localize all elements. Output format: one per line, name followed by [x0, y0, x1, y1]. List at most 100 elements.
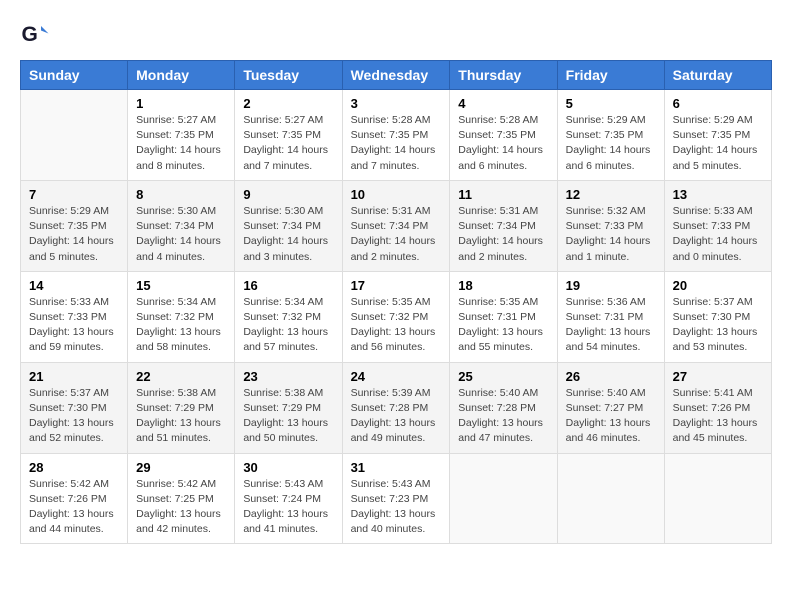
calendar-week-row: 14Sunrise: 5:33 AM Sunset: 7:33 PM Dayli…	[21, 271, 772, 362]
day-number: 18	[458, 278, 548, 293]
day-number: 9	[243, 187, 333, 202]
calendar-header-row: SundayMondayTuesdayWednesdayThursdayFrid…	[21, 61, 772, 90]
weekday-header: Saturday	[664, 61, 771, 90]
logo: G	[20, 20, 54, 50]
calendar-cell	[557, 453, 664, 544]
day-info: Sunrise: 5:28 AM Sunset: 7:35 PM Dayligh…	[351, 113, 442, 174]
day-number: 22	[136, 369, 226, 384]
day-info: Sunrise: 5:34 AM Sunset: 7:32 PM Dayligh…	[136, 295, 226, 356]
calendar-cell: 24 Sunrise: 5:39 AM Sunset: 7:28 PM Dayli…	[342, 362, 450, 453]
calendar-cell: 1 Sunrise: 5:27 AM Sunset: 7:35 PM Daylig…	[128, 90, 235, 181]
day-info: Sunrise: 5:27 AM Sunset: 7:35 PM Dayligh…	[136, 113, 226, 174]
day-info: Sunrise: 5:34 AM Sunset: 7:32 PM Dayligh…	[243, 295, 333, 356]
calendar-cell: 19 Sunrise: 5:36 AM Sunset: 7:31 PM Dayli…	[557, 271, 664, 362]
day-number: 21	[29, 369, 119, 384]
day-number: 12	[566, 187, 656, 202]
weekday-header: Friday	[557, 61, 664, 90]
weekday-header: Tuesday	[235, 61, 342, 90]
calendar-cell: 3Sunrise: 5:28 AM Sunset: 7:35 PM Daylig…	[342, 90, 450, 181]
calendar-cell	[664, 453, 771, 544]
calendar-cell: 8 Sunrise: 5:30 AM Sunset: 7:34 PM Daylig…	[128, 180, 235, 271]
day-info: Sunrise: 5:27 AM Sunset: 7:35 PM Dayligh…	[243, 113, 333, 174]
day-info: Sunrise: 5:29 AM Sunset: 7:35 PM Dayligh…	[566, 113, 656, 174]
day-number: 26	[566, 369, 656, 384]
calendar-cell: 27Sunrise: 5:41 AM Sunset: 7:26 PM Dayli…	[664, 362, 771, 453]
day-number: 1	[136, 96, 226, 111]
calendar-cell: 29 Sunrise: 5:42 AM Sunset: 7:25 PM Dayli…	[128, 453, 235, 544]
day-info: Sunrise: 5:42 AM Sunset: 7:25 PM Dayligh…	[136, 477, 226, 538]
day-number: 30	[243, 460, 333, 475]
page-header: G	[20, 20, 772, 50]
day-number: 7	[29, 187, 119, 202]
calendar-cell: 2 Sunrise: 5:27 AM Sunset: 7:35 PM Daylig…	[235, 90, 342, 181]
calendar-cell: 13Sunrise: 5:33 AM Sunset: 7:33 PM Dayli…	[664, 180, 771, 271]
day-info: Sunrise: 5:43 AM Sunset: 7:23 PM Dayligh…	[351, 477, 442, 538]
day-info: Sunrise: 5:30 AM Sunset: 7:34 PM Dayligh…	[136, 204, 226, 265]
calendar-cell: 10 Sunrise: 5:31 AM Sunset: 7:34 PM Dayli…	[342, 180, 450, 271]
day-info: Sunrise: 5:33 AM Sunset: 7:33 PM Dayligh…	[29, 295, 119, 356]
calendar-cell: 17 Sunrise: 5:35 AM Sunset: 7:32 PM Dayli…	[342, 271, 450, 362]
day-info: Sunrise: 5:43 AM Sunset: 7:24 PM Dayligh…	[243, 477, 333, 538]
day-number: 29	[136, 460, 226, 475]
svg-text:G: G	[22, 23, 38, 46]
day-number: 10	[351, 187, 442, 202]
day-number: 28	[29, 460, 119, 475]
day-info: Sunrise: 5:37 AM Sunset: 7:30 PM Dayligh…	[29, 386, 119, 447]
day-number: 19	[566, 278, 656, 293]
day-info: Sunrise: 5:38 AM Sunset: 7:29 PM Dayligh…	[136, 386, 226, 447]
day-number: 25	[458, 369, 548, 384]
day-info: Sunrise: 5:29 AM Sunset: 7:35 PM Dayligh…	[673, 113, 763, 174]
calendar-cell: 16Sunrise: 5:34 AM Sunset: 7:32 PM Dayli…	[235, 271, 342, 362]
day-info: Sunrise: 5:28 AM Sunset: 7:35 PM Dayligh…	[458, 113, 548, 174]
weekday-header: Monday	[128, 61, 235, 90]
calendar-week-row: 28 Sunrise: 5:42 AM Sunset: 7:26 PM Dayli…	[21, 453, 772, 544]
day-info: Sunrise: 5:39 AM Sunset: 7:28 PM Dayligh…	[351, 386, 442, 447]
day-info: Sunrise: 5:40 AM Sunset: 7:27 PM Dayligh…	[566, 386, 656, 447]
day-number: 11	[458, 187, 548, 202]
calendar-cell: 14Sunrise: 5:33 AM Sunset: 7:33 PM Dayli…	[21, 271, 128, 362]
day-info: Sunrise: 5:30 AM Sunset: 7:34 PM Dayligh…	[243, 204, 333, 265]
calendar-cell: 7 Sunrise: 5:29 AM Sunset: 7:35 PM Daylig…	[21, 180, 128, 271]
calendar-cell: 20 Sunrise: 5:37 AM Sunset: 7:30 PM Dayli…	[664, 271, 771, 362]
calendar-cell: 6 Sunrise: 5:29 AM Sunset: 7:35 PM Daylig…	[664, 90, 771, 181]
day-info: Sunrise: 5:37 AM Sunset: 7:30 PM Dayligh…	[673, 295, 763, 356]
calendar-cell: 31Sunrise: 5:43 AM Sunset: 7:23 PM Dayli…	[342, 453, 450, 544]
calendar-week-row: 7 Sunrise: 5:29 AM Sunset: 7:35 PM Daylig…	[21, 180, 772, 271]
calendar-cell: 25 Sunrise: 5:40 AM Sunset: 7:28 PM Dayli…	[450, 362, 557, 453]
day-number: 15	[136, 278, 226, 293]
calendar-cell: 5 Sunrise: 5:29 AM Sunset: 7:35 PM Daylig…	[557, 90, 664, 181]
calendar-cell: 11 Sunrise: 5:31 AM Sunset: 7:34 PM Dayli…	[450, 180, 557, 271]
day-number: 27	[673, 369, 763, 384]
day-number: 24	[351, 369, 442, 384]
day-number: 8	[136, 187, 226, 202]
calendar-cell	[450, 453, 557, 544]
calendar-cell: 30 Sunrise: 5:43 AM Sunset: 7:24 PM Dayli…	[235, 453, 342, 544]
weekday-header: Wednesday	[342, 61, 450, 90]
day-info: Sunrise: 5:35 AM Sunset: 7:31 PM Dayligh…	[458, 295, 548, 356]
day-number: 20	[673, 278, 763, 293]
calendar-table: SundayMondayTuesdayWednesdayThursdayFrid…	[20, 60, 772, 544]
calendar-cell: 15 Sunrise: 5:34 AM Sunset: 7:32 PM Dayli…	[128, 271, 235, 362]
day-info: Sunrise: 5:38 AM Sunset: 7:29 PM Dayligh…	[243, 386, 333, 447]
day-info: Sunrise: 5:35 AM Sunset: 7:32 PM Dayligh…	[351, 295, 442, 356]
day-number: 6	[673, 96, 763, 111]
day-number: 17	[351, 278, 442, 293]
calendar-cell: 26 Sunrise: 5:40 AM Sunset: 7:27 PM Dayli…	[557, 362, 664, 453]
day-info: Sunrise: 5:42 AM Sunset: 7:26 PM Dayligh…	[29, 477, 119, 538]
calendar-cell: 21 Sunrise: 5:37 AM Sunset: 7:30 PM Dayli…	[21, 362, 128, 453]
weekday-header: Sunday	[21, 61, 128, 90]
day-number: 2	[243, 96, 333, 111]
calendar-cell: 22 Sunrise: 5:38 AM Sunset: 7:29 PM Dayli…	[128, 362, 235, 453]
calendar-week-row: 1 Sunrise: 5:27 AM Sunset: 7:35 PM Daylig…	[21, 90, 772, 181]
day-number: 23	[243, 369, 333, 384]
day-number: 4	[458, 96, 548, 111]
day-number: 5	[566, 96, 656, 111]
calendar-cell: 9 Sunrise: 5:30 AM Sunset: 7:34 PM Daylig…	[235, 180, 342, 271]
day-info: Sunrise: 5:29 AM Sunset: 7:35 PM Dayligh…	[29, 204, 119, 265]
calendar-cell	[21, 90, 128, 181]
day-info: Sunrise: 5:31 AM Sunset: 7:34 PM Dayligh…	[351, 204, 442, 265]
day-info: Sunrise: 5:31 AM Sunset: 7:34 PM Dayligh…	[458, 204, 548, 265]
calendar-week-row: 21 Sunrise: 5:37 AM Sunset: 7:30 PM Dayli…	[21, 362, 772, 453]
day-info: Sunrise: 5:36 AM Sunset: 7:31 PM Dayligh…	[566, 295, 656, 356]
day-info: Sunrise: 5:40 AM Sunset: 7:28 PM Dayligh…	[458, 386, 548, 447]
